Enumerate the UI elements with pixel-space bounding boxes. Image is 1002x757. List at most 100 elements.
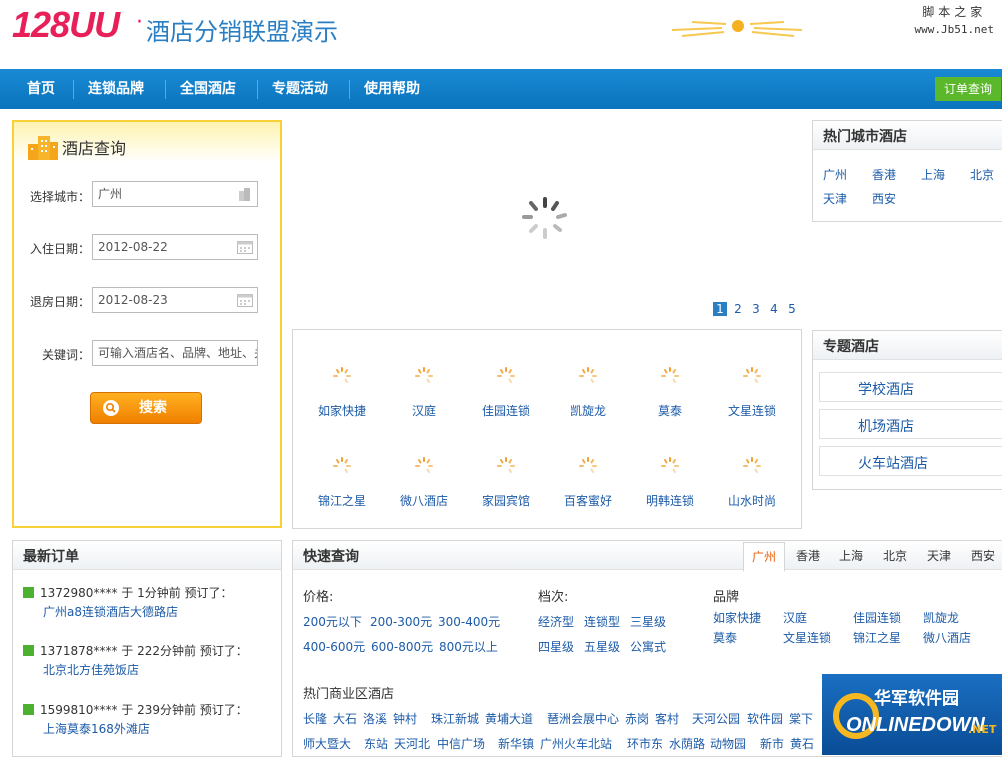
district-link[interactable]: 钟村 — [393, 710, 417, 727]
tab-tianjin[interactable]: 天津 — [919, 542, 959, 570]
brand-item[interactable]: 家园宾馆 — [466, 456, 546, 509]
topic-hotels-title: 专题酒店 — [823, 339, 879, 355]
district-link[interactable]: 天河公园 — [692, 710, 740, 727]
district-link[interactable]: 洛溪 — [363, 710, 387, 727]
checkout-label: 退房日期： — [29, 295, 90, 309]
pager-page-5[interactable]: 5 — [785, 302, 799, 316]
district-link[interactable]: 环市东 — [627, 735, 663, 752]
brand-link[interactable]: 佳园连锁 — [853, 609, 901, 626]
district-link[interactable]: 广州火车北站 — [540, 735, 612, 752]
price-link[interactable]: 200-300元 — [370, 613, 432, 630]
tab-shanghai[interactable]: 上海 — [831, 542, 871, 570]
checkin-label: 入住日期： — [29, 242, 90, 256]
brand-item[interactable]: 文星连锁 — [712, 366, 792, 419]
nav-national-hotels[interactable]: 全国酒店 — [180, 69, 236, 109]
district-link[interactable]: 动物园 — [710, 735, 746, 752]
district-link[interactable]: 大石 — [333, 710, 357, 727]
nav-help[interactable]: 使用帮助 — [364, 69, 420, 109]
brand-link[interactable]: 莫泰 — [713, 629, 737, 646]
brand-item[interactable]: 佳园连锁 — [466, 366, 546, 419]
district-link[interactable]: 黄埔大道 — [485, 710, 533, 727]
district-link[interactable]: 赤岗 — [625, 710, 649, 727]
district-link[interactable]: 新市 — [760, 735, 784, 752]
order-info: 1372980**** 于 1分钟前 预订了： — [23, 584, 233, 601]
district-link[interactable]: 琶洲会展中心 — [547, 710, 619, 727]
brand-item[interactable]: 汉庭 — [384, 366, 464, 419]
brand-link[interactable]: 凯旋龙 — [923, 609, 959, 626]
badge-brand: ONLINEDOWN — [846, 714, 985, 736]
checkout-date-input[interactable]: 2012-08-23 — [92, 287, 258, 313]
pager-page-1[interactable]: 1 — [713, 302, 727, 316]
site-logo[interactable]: 128UU — [12, 4, 120, 46]
order-hotel-link[interactable]: 上海莫泰168外滩店 — [43, 720, 150, 737]
checkin-date-input[interactable]: 2012-08-22 — [92, 234, 258, 260]
district-link[interactable]: 天河北 — [394, 735, 430, 752]
grade-link[interactable]: 三星级 — [630, 613, 666, 630]
search-button[interactable]: 搜索 — [90, 392, 202, 424]
brand-item[interactable]: 山水时尚 — [712, 456, 792, 509]
nav-chain-brands[interactable]: 连锁品牌 — [88, 69, 144, 109]
brand-item[interactable]: 莫泰 — [630, 366, 710, 419]
district-link[interactable]: 中信广场 — [437, 735, 485, 752]
grade-link[interactable]: 公寓式 — [630, 638, 666, 655]
price-link[interactable]: 800元以上 — [439, 638, 498, 655]
topic-school-hotels[interactable]: 学校酒店 — [819, 372, 1002, 402]
city-link-guangzhou[interactable]: 广州 — [823, 166, 847, 183]
city-link-tianjin[interactable]: 天津 — [823, 190, 847, 207]
district-link[interactable]: 师大暨大 — [303, 735, 351, 752]
keyword-label: 关键词： — [41, 348, 90, 362]
tab-xian[interactable]: 西安 — [963, 542, 1002, 570]
price-link[interactable]: 300-400元 — [438, 613, 500, 630]
price-link[interactable]: 400-600元 — [303, 638, 365, 655]
order-hotel-link[interactable]: 北京北方佳苑饭店 — [43, 661, 139, 678]
loading-icon — [661, 367, 679, 383]
brand-link[interactable]: 微八酒店 — [923, 629, 971, 646]
grade-link[interactable]: 四星级 — [538, 638, 574, 655]
brand-item[interactable]: 明韩连锁 — [630, 456, 710, 509]
city-input[interactable]: 广州 — [92, 181, 258, 207]
tab-beijing[interactable]: 北京 — [875, 542, 915, 570]
district-link[interactable]: 新华镇 — [498, 735, 534, 752]
district-link[interactable]: 棠下 — [789, 710, 813, 727]
pager-page-3[interactable]: 3 — [749, 302, 763, 316]
city-link-shanghai[interactable]: 上海 — [921, 166, 945, 183]
district-link[interactable]: 珠江新城 — [431, 710, 479, 727]
grade-link[interactable]: 五星级 — [584, 638, 620, 655]
price-link[interactable]: 200元以下 — [303, 613, 362, 630]
district-link[interactable]: 东站 — [364, 735, 388, 752]
nav-home[interactable]: 首页 — [27, 69, 55, 109]
topic-train-station-hotels[interactable]: 火车站酒店 — [819, 446, 1002, 476]
district-link[interactable]: 客村 — [655, 710, 679, 727]
pager-page-2[interactable]: 2 — [731, 302, 745, 316]
city-link-beijing[interactable]: 北京 — [970, 166, 994, 183]
calendar-icon[interactable] — [237, 240, 253, 254]
brand-item[interactable]: 锦江之星 — [302, 456, 382, 509]
keyword-input[interactable]: 可输入酒店名、品牌、地址、关 — [92, 340, 258, 366]
brand-item[interactable]: 如家快捷 — [302, 366, 382, 419]
order-query-button[interactable]: 订单查询 — [935, 77, 1001, 101]
pager-page-4[interactable]: 4 — [767, 302, 781, 316]
brand-item[interactable]: 凯旋龙 — [548, 366, 628, 419]
tab-guangzhou[interactable]: 广州 — [743, 542, 785, 572]
calendar-icon[interactable] — [237, 293, 253, 307]
brand-link[interactable]: 锦江之星 — [853, 629, 901, 646]
brand-link[interactable]: 汉庭 — [783, 609, 807, 626]
grade-link[interactable]: 经济型 — [538, 613, 574, 630]
district-link[interactable]: 软件园 — [747, 710, 783, 727]
brand-link[interactable]: 如家快捷 — [713, 609, 761, 626]
topic-airport-hotels[interactable]: 机场酒店 — [819, 409, 1002, 439]
district-link[interactable]: 长隆 — [303, 710, 327, 727]
district-link[interactable]: 黄石 — [790, 735, 814, 752]
brand-item[interactable]: 百客蜜好 — [548, 456, 628, 509]
brand-link[interactable]: 文星连锁 — [783, 629, 831, 646]
nav-special-events[interactable]: 专题活动 — [272, 69, 328, 109]
city-link-hongkong[interactable]: 香港 — [872, 166, 896, 183]
tab-hongkong[interactable]: 香港 — [788, 542, 828, 570]
city-link-xian[interactable]: 西安 — [872, 190, 896, 207]
grade-link[interactable]: 连锁型 — [584, 613, 620, 630]
price-link[interactable]: 600-800元 — [371, 638, 433, 655]
brand-item[interactable]: 微八酒店 — [384, 456, 464, 509]
order-hotel-link[interactable]: 广州a8连锁酒店大德路店 — [43, 603, 178, 620]
district-link[interactable]: 水荫路 — [669, 735, 705, 752]
latest-orders-panel: 最新订单 1372980**** 于 1分钟前 预订了： 广州a8连锁酒店大德路… — [12, 540, 282, 757]
